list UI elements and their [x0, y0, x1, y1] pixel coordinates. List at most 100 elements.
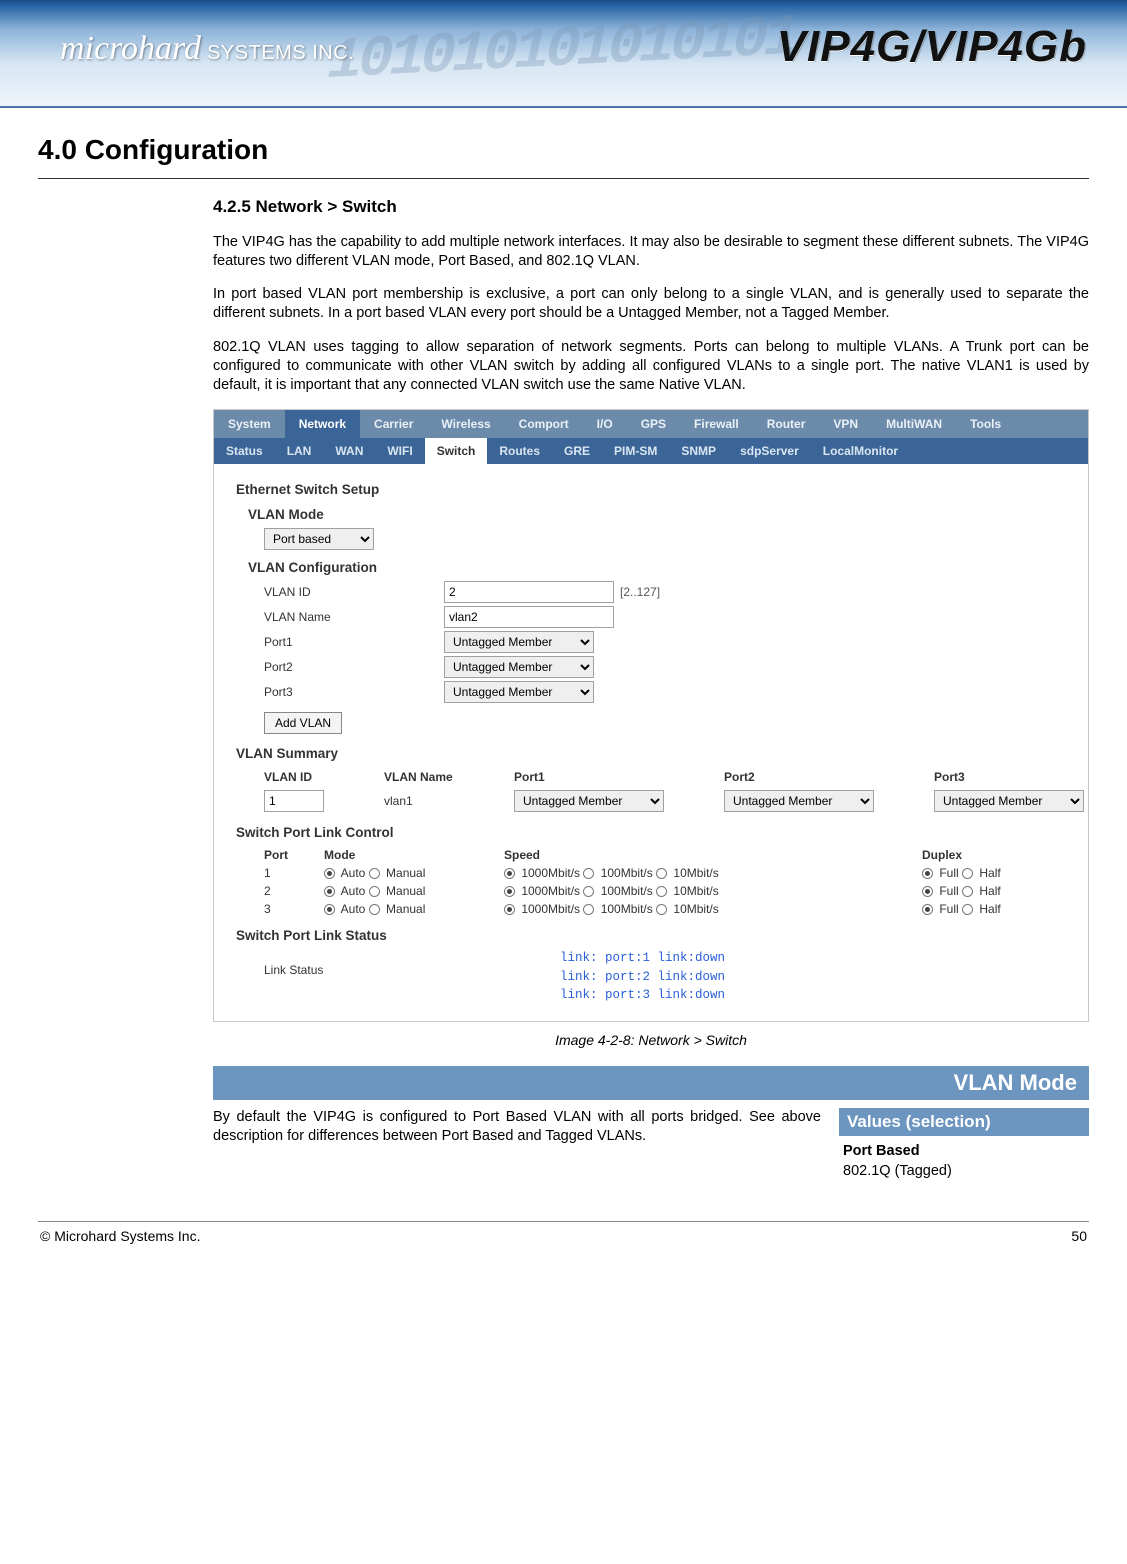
port1-label: Port1 [264, 635, 444, 649]
vlan-mode-select[interactable]: Port based [264, 528, 374, 550]
radio-auto[interactable] [324, 904, 335, 915]
radio-auto[interactable] [324, 886, 335, 897]
summary-port2-select[interactable]: Untagged Member [724, 790, 874, 812]
subsection-title: 4.2.5 Network > Switch [213, 197, 1089, 217]
nav-sub-gre[interactable]: GRE [552, 438, 602, 464]
vlan-name-input[interactable] [444, 606, 614, 628]
nav-sub: StatusLANWANWIFISwitchRoutesGREPIM-SMSNM… [214, 438, 1088, 464]
summary-header-row: VLAN ID VLAN Name Port1 Port2 Port3 [264, 767, 1072, 787]
radio-full[interactable] [922, 904, 933, 915]
nav-top-tools[interactable]: Tools [956, 410, 1015, 438]
radio-manual[interactable] [369, 886, 380, 897]
nav-top-network[interactable]: Network [285, 410, 360, 438]
radio-1000[interactable] [504, 886, 515, 897]
col-speed: Speed [504, 848, 912, 862]
summary-vlan-id-input[interactable] [264, 790, 324, 812]
nav-top-gps[interactable]: GPS [627, 410, 680, 438]
port3-select[interactable]: Untagged Member [444, 681, 594, 703]
vlan-id-input[interactable] [444, 581, 614, 603]
radio-100[interactable] [583, 886, 594, 897]
nav-sub-status[interactable]: Status [214, 438, 275, 464]
nav-top-i/o[interactable]: I/O [583, 410, 627, 438]
divider [38, 178, 1089, 179]
nav-top-firewall[interactable]: Firewall [680, 410, 753, 438]
port2-select[interactable]: Untagged Member [444, 656, 594, 678]
page-banner: 101010101010101 microhard SYSTEMS INC. V… [0, 0, 1127, 108]
mode-cell: Auto Manual [324, 866, 494, 880]
nav-sub-lan[interactable]: LAN [275, 438, 324, 464]
vlan-id-label: VLAN ID [264, 585, 444, 599]
nav-top-router[interactable]: Router [753, 410, 820, 438]
link-status-line: link: port:2 link:down [560, 968, 725, 987]
radio-100[interactable] [583, 868, 594, 879]
nav-sub-sdpserver[interactable]: sdpServer [728, 438, 811, 464]
nav-top-multiwan[interactable]: MultiWAN [872, 410, 956, 438]
value-8021q: 802.1Q (Tagged) [843, 1162, 1085, 1182]
duplex-cell: Full Half [922, 884, 1072, 898]
col-port2: Port2 [724, 770, 924, 784]
nav-top-wireless[interactable]: Wireless [427, 410, 504, 438]
radio-manual[interactable] [369, 904, 380, 915]
summary-vlan-name: vlan1 [384, 794, 504, 808]
nav-sub-localmonitor[interactable]: LocalMonitor [811, 438, 910, 464]
intro-para-1: The VIP4G has the capability to add mult… [213, 233, 1089, 271]
radio-full[interactable] [922, 868, 933, 879]
duplex-cell: Full Half [922, 902, 1072, 916]
port-num: 3 [264, 902, 314, 916]
nav-top-system[interactable]: System [214, 410, 285, 438]
duplex-cell: Full Half [922, 866, 1072, 880]
port2-label: Port2 [264, 660, 444, 674]
section-title: 4.0 Configuration [38, 134, 1089, 166]
nav-sub-routes[interactable]: Routes [487, 438, 552, 464]
link-status-block: link: port:1 link:down link: port:2 link… [560, 949, 725, 1005]
radio-100[interactable] [583, 904, 594, 915]
values-box: Values (selection) Port Based 802.1Q (Ta… [839, 1108, 1089, 1183]
radio-1000[interactable] [504, 904, 515, 915]
radio-1000[interactable] [504, 868, 515, 879]
radio-auto[interactable] [324, 868, 335, 879]
col-port1: Port1 [514, 770, 714, 784]
radio-10[interactable] [656, 904, 667, 915]
vlan-mode-bar: VLAN Mode [213, 1066, 1089, 1100]
footer-page-number: 50 [1071, 1228, 1087, 1244]
nav-sub-wifi[interactable]: WIFI [375, 438, 424, 464]
banner-bits-deco: 101010101010101 [320, 6, 802, 95]
radio-10[interactable] [656, 886, 667, 897]
nav-top-carrier[interactable]: Carrier [360, 410, 427, 438]
mode-cell: Auto Manual [324, 902, 494, 916]
col-duplex: Duplex [922, 848, 1072, 862]
nav-sub-pim-sm[interactable]: PIM-SM [602, 438, 669, 464]
link-status-line: link: port:3 link:down [560, 986, 725, 1005]
nav-sub-switch[interactable]: Switch [425, 438, 488, 464]
nav-sub-snmp[interactable]: SNMP [669, 438, 728, 464]
port1-select[interactable]: Untagged Member [444, 631, 594, 653]
radio-10[interactable] [656, 868, 667, 879]
brand-name: microhard [60, 30, 201, 67]
radio-manual[interactable] [369, 868, 380, 879]
speed-cell: 1000Mbit/s 100Mbit/s 10Mbit/s [504, 902, 912, 916]
radio-half[interactable] [962, 868, 973, 879]
speed-cell: 1000Mbit/s 100Mbit/s 10Mbit/s [504, 866, 912, 880]
nav-top: SystemNetworkCarrierWirelessComportI/OGP… [214, 410, 1088, 438]
summary-port3-select[interactable]: Untagged Member [934, 790, 1084, 812]
product-name: VIP4G/VIP4Gb [777, 22, 1087, 72]
value-port-based: Port Based [843, 1142, 1085, 1162]
brand-logo-left: microhard SYSTEMS INC. [60, 30, 354, 68]
vlan-config-title: VLAN Configuration [248, 560, 1072, 575]
col-vlan-id: VLAN ID [264, 770, 374, 784]
intro-para-3: 802.1Q VLAN uses tagging to allow separa… [213, 338, 1089, 395]
embedded-screenshot: SystemNetworkCarrierWirelessComportI/OGP… [213, 409, 1089, 1022]
link-control-title: Switch Port Link Control [236, 825, 1072, 840]
radio-full[interactable] [922, 886, 933, 897]
mode-cell: Auto Manual [324, 884, 494, 898]
nav-top-vpn[interactable]: VPN [819, 410, 872, 438]
radio-half[interactable] [962, 886, 973, 897]
linkctl-row-2: 2 Auto Manual 1000Mbit/s 100Mbit/s 10Mbi… [264, 882, 1072, 900]
intro-para-2: In port based VLAN port membership is ex… [213, 285, 1089, 323]
link-status-line: link: port:1 link:down [560, 949, 725, 968]
radio-half[interactable] [962, 904, 973, 915]
add-vlan-button[interactable]: Add VLAN [264, 712, 342, 734]
nav-top-comport[interactable]: Comport [505, 410, 583, 438]
nav-sub-wan[interactable]: WAN [323, 438, 375, 464]
summary-port1-select[interactable]: Untagged Member [514, 790, 664, 812]
